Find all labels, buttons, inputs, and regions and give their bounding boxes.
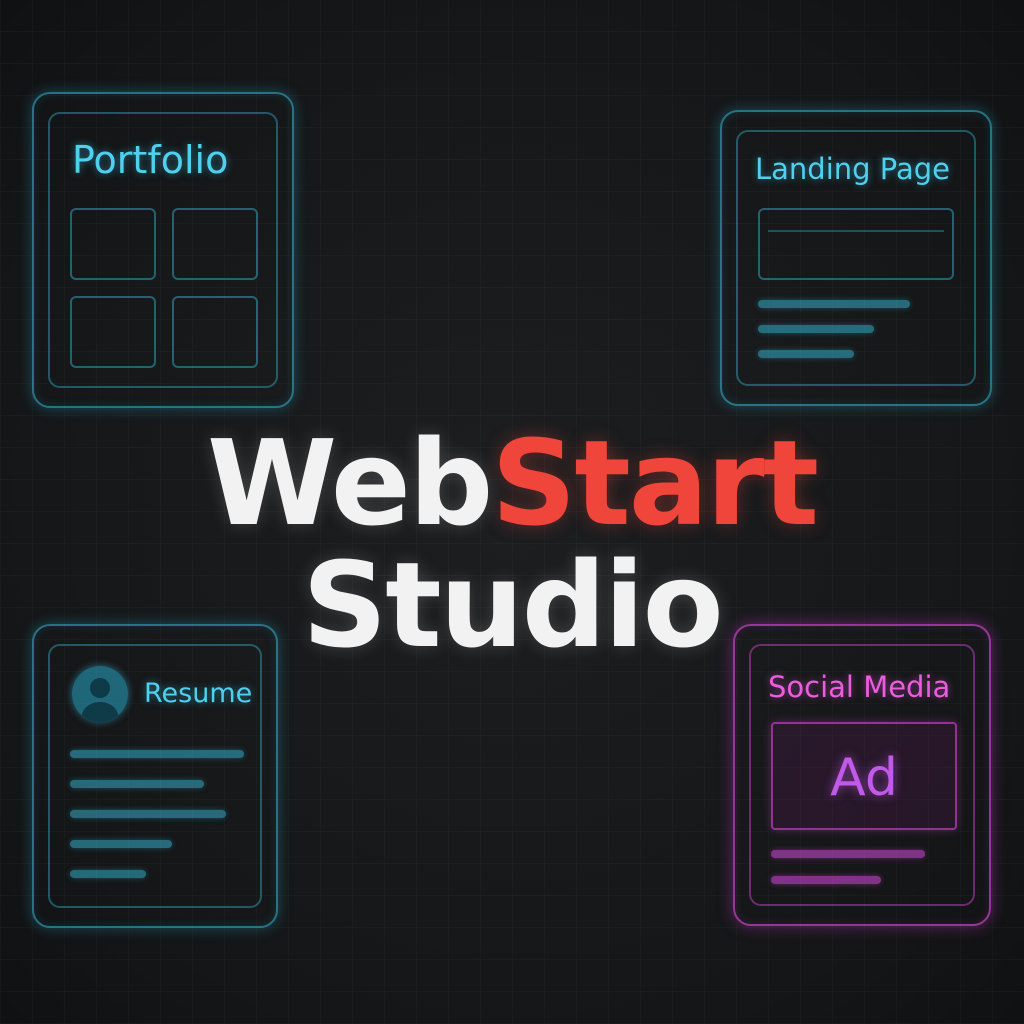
resume-text-line <box>70 750 244 758</box>
brand-word-studio: Studio <box>302 536 723 674</box>
brand-word-start: Start <box>491 414 819 552</box>
social-media-label: Social Media <box>768 670 951 704</box>
landing-text-line <box>758 325 874 333</box>
resume-label: Resume <box>144 678 253 709</box>
resume-text-line <box>70 810 226 818</box>
portfolio-grid-cell <box>172 208 258 280</box>
portfolio-grid-cell <box>70 208 156 280</box>
ad-preview-box: Ad <box>771 722 957 830</box>
ad-label: Ad <box>830 748 898 808</box>
resume-text-line <box>70 870 146 878</box>
user-avatar-icon <box>72 666 128 722</box>
landing-hero-block <box>758 208 954 280</box>
landing-text-line <box>758 300 910 308</box>
portfolio-grid-cell <box>172 296 258 368</box>
brand-title-line2: Studio <box>0 540 1024 670</box>
brand-title-line1: WebStart <box>0 418 1024 548</box>
portfolio-template-card[interactable]: Portfolio <box>32 92 294 408</box>
resume-text-line <box>70 840 172 848</box>
social-text-line <box>771 850 925 858</box>
portfolio-label: Portfolio <box>72 138 229 182</box>
landing-text-line <box>758 350 854 358</box>
landing-hero-divider <box>768 230 944 232</box>
landing-page-template-card[interactable]: Landing Page <box>720 110 992 406</box>
resume-text-line <box>70 780 204 788</box>
portfolio-grid-cell <box>70 296 156 368</box>
landing-page-label: Landing Page <box>755 152 950 186</box>
social-text-line <box>771 876 881 884</box>
brand-word-web: Web <box>206 414 493 552</box>
